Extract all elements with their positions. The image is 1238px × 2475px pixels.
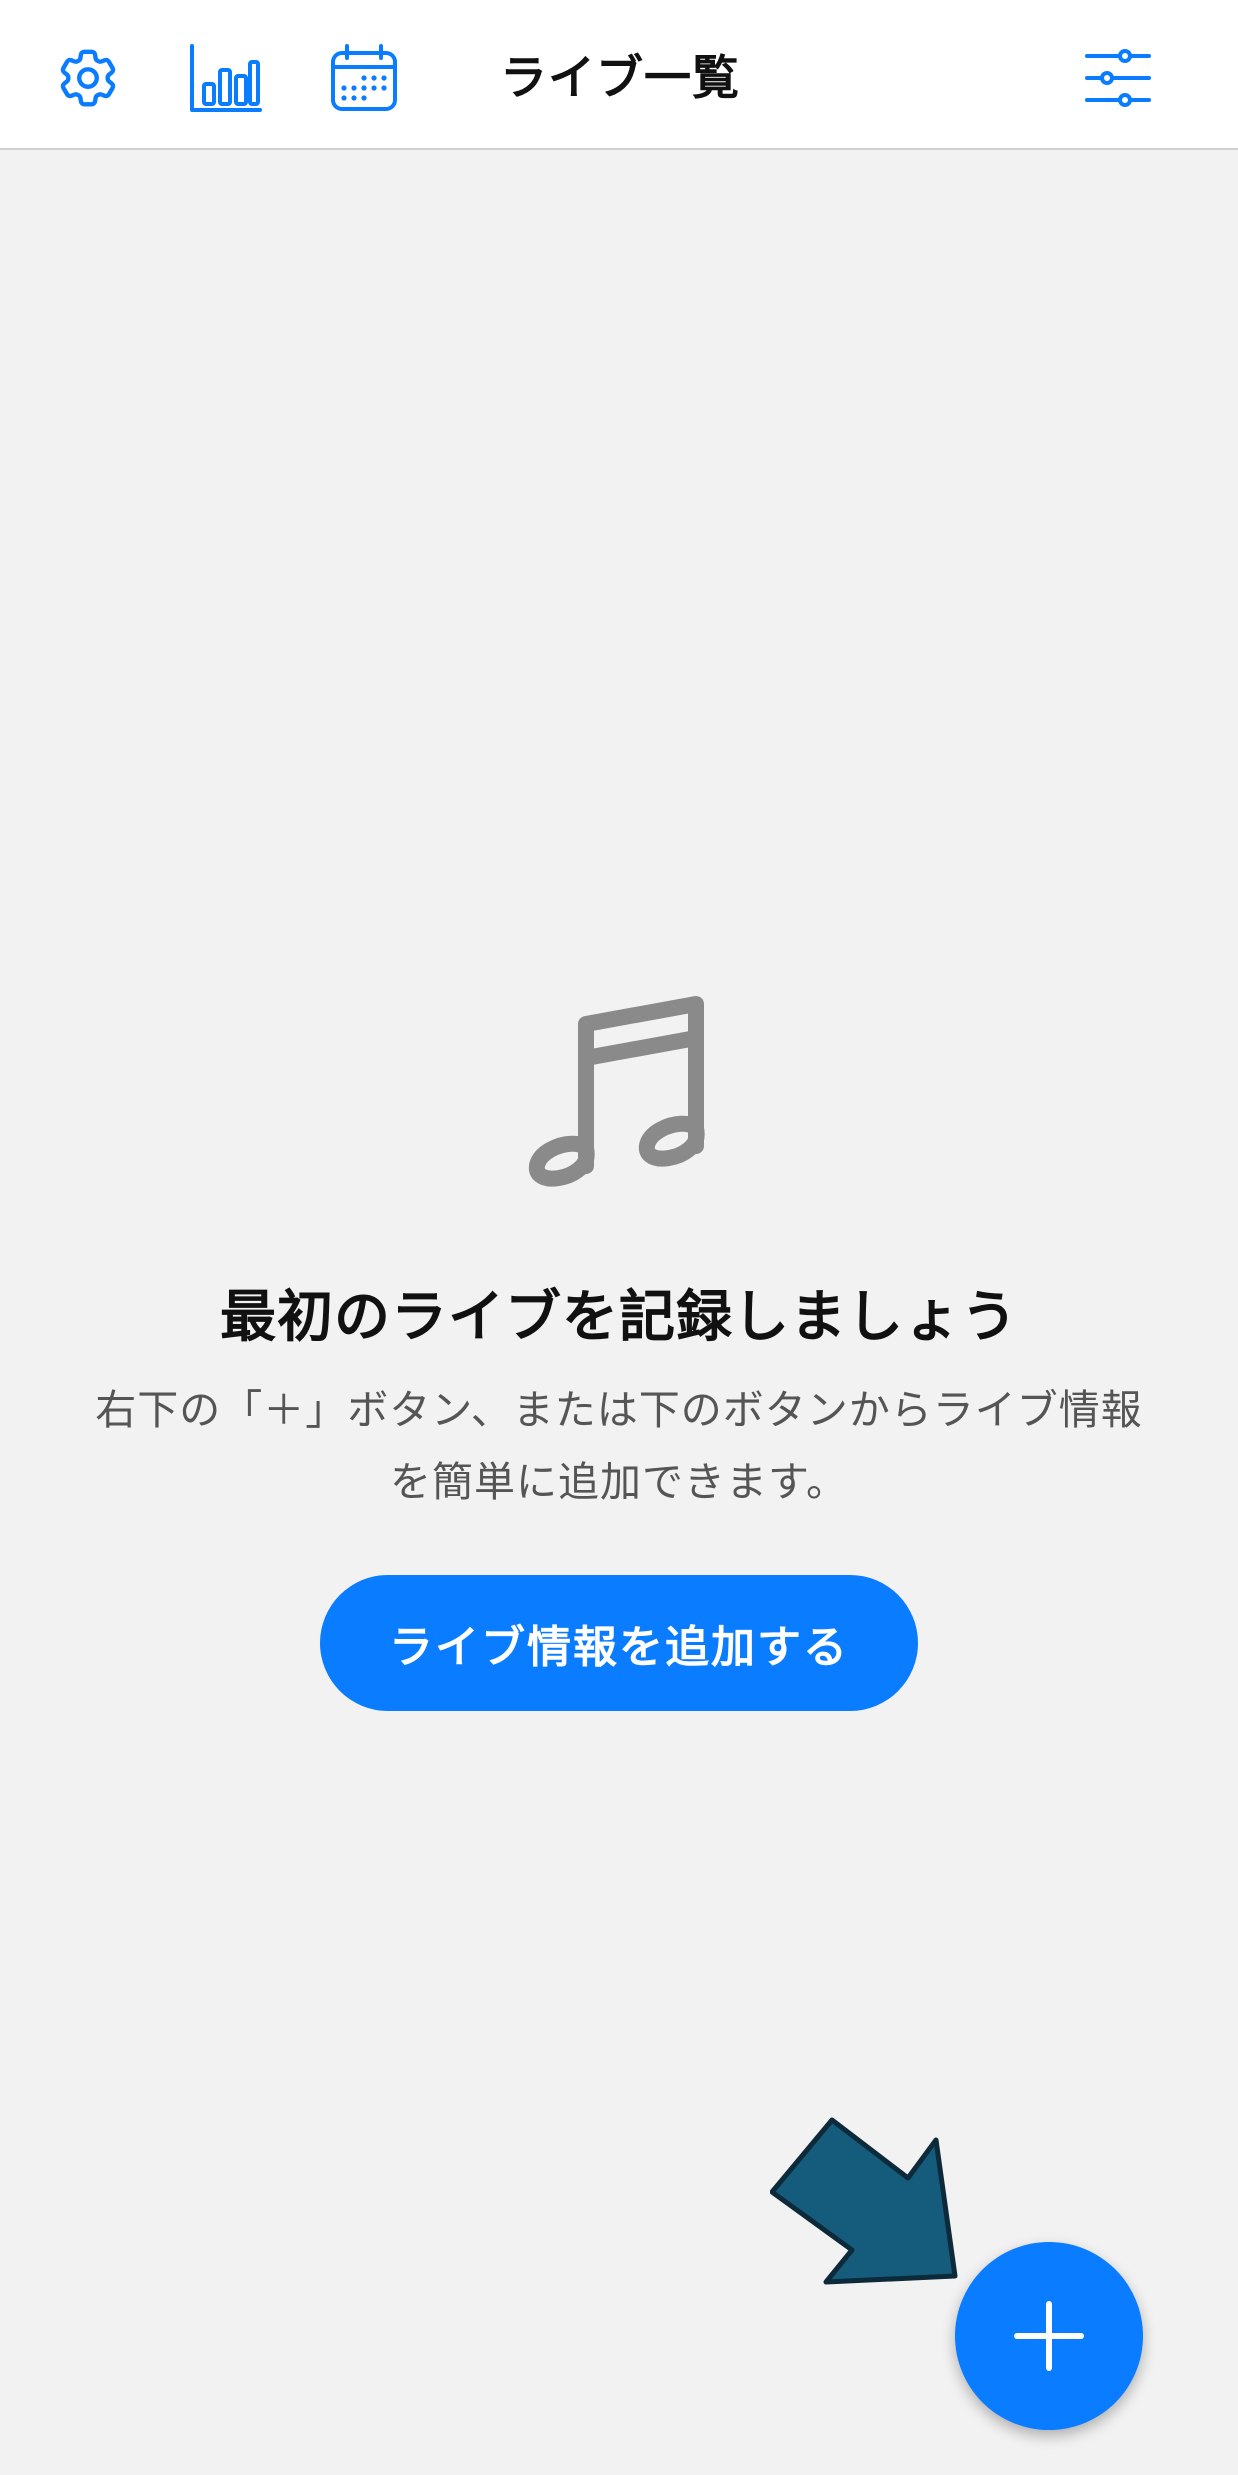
bar-chart-icon xyxy=(190,44,262,112)
empty-state-title: 最初のライブを記録しましょう xyxy=(220,1285,1018,1350)
add-fab-button[interactable] xyxy=(955,2242,1143,2430)
description-line: を簡単に追加できます。 xyxy=(390,1458,848,1506)
music-note-icon xyxy=(528,996,705,1187)
description-line: 右下の「＋」ボタン、または下のボタンからライブ情報 xyxy=(95,1386,1143,1434)
add-live-button[interactable]: ライブ情報を追加する xyxy=(320,1575,918,1711)
stats-button[interactable] xyxy=(188,40,264,116)
app-header: ライブ一覧 xyxy=(0,0,1238,150)
page-title: ライブ一覧 xyxy=(500,51,740,106)
calendar-icon xyxy=(331,44,397,111)
filter-button[interactable] xyxy=(1080,40,1156,116)
settings-button[interactable] xyxy=(50,40,126,116)
hint-arrow-icon xyxy=(770,2117,958,2285)
plus-icon xyxy=(1014,2301,1084,2371)
filter-sliders-icon xyxy=(1085,49,1151,107)
calendar-button[interactable] xyxy=(326,40,402,116)
gear-icon xyxy=(60,49,116,107)
empty-state-description: 右下の「＋」ボタン、または下のボタンからライブ情報 を簡単に追加できます。 xyxy=(60,1374,1178,1518)
